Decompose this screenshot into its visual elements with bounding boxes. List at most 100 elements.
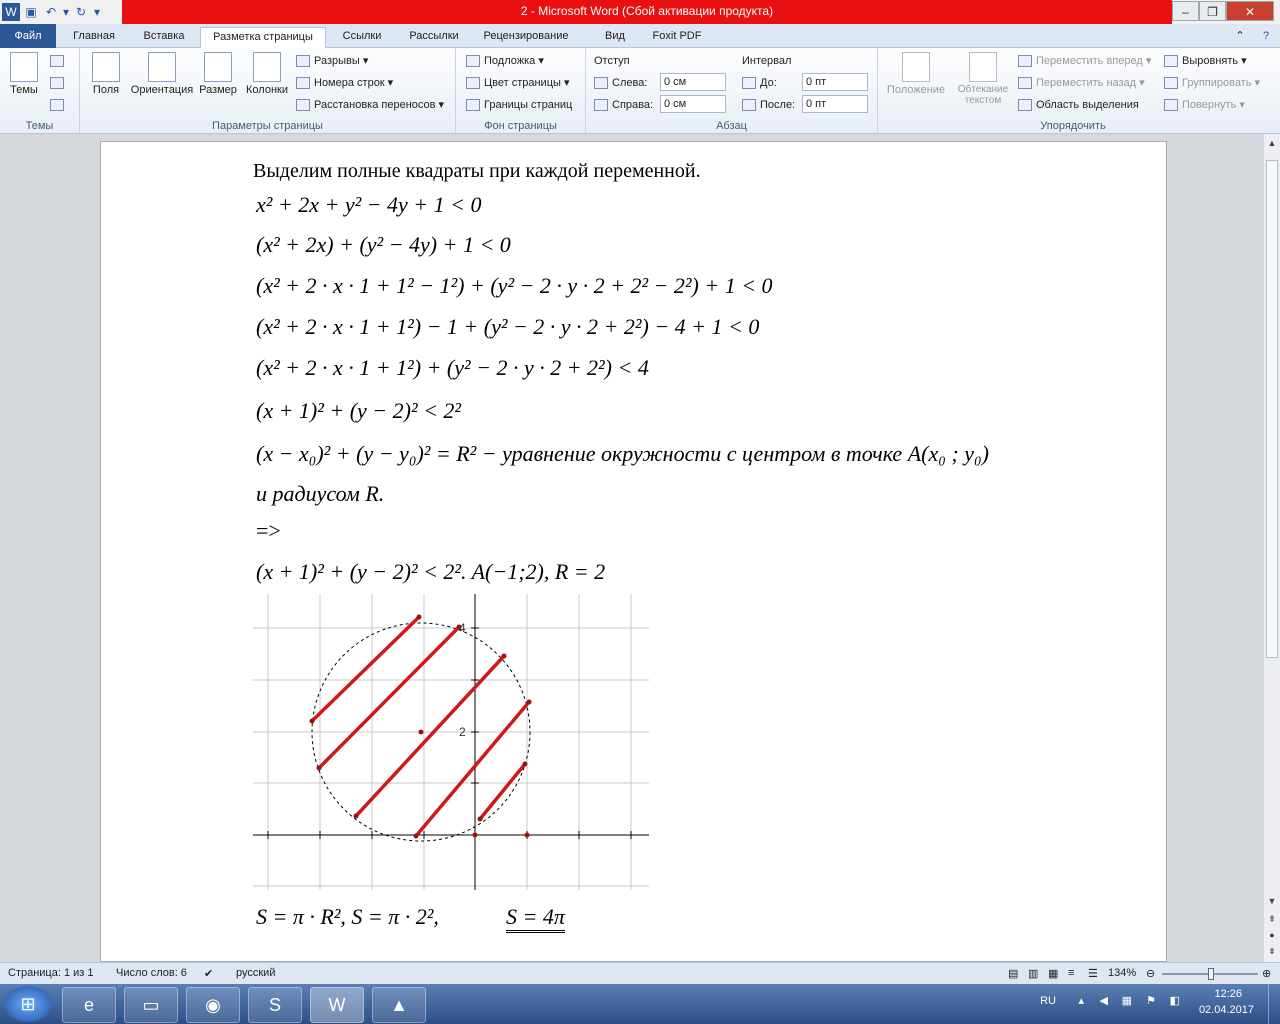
scroll-down-icon[interactable]: ▼ [1265, 894, 1279, 908]
print-layout-icon[interactable]: ▤ [1008, 967, 1018, 980]
word-taskbar-icon[interactable]: W [310, 987, 364, 1023]
proofing-icon[interactable]: ✔ [204, 967, 213, 980]
page-borders-icon [466, 99, 480, 112]
tray-expand-icon[interactable]: ▴ [1078, 994, 1084, 1007]
page-counter[interactable]: Страница: 1 из 1 [8, 967, 94, 979]
zoom-out-icon[interactable]: ⊖ [1146, 967, 1155, 980]
help-icon[interactable]: ? [1256, 27, 1276, 48]
minimize-button[interactable]: – [1172, 1, 1199, 21]
volume-icon[interactable]: ◀ [1100, 994, 1108, 1007]
full-screen-icon[interactable]: ▥ [1028, 967, 1038, 980]
language-indicator[interactable]: русский [236, 967, 275, 979]
indent-right-text: Справа: [612, 99, 654, 111]
columns-label: Колонки [246, 84, 288, 96]
next-page-icon[interactable]: ⇟ [1265, 944, 1279, 958]
spacing-before-input[interactable]: 0 пт [802, 73, 868, 91]
tab-review[interactable]: Рецензирование [476, 27, 576, 48]
tab-insert[interactable]: Вставка [132, 27, 196, 48]
bring-forward-icon [1018, 55, 1032, 68]
zoom-slider-thumb[interactable] [1208, 968, 1214, 980]
colors-icon[interactable] [50, 52, 68, 70]
selection-pane-icon [1018, 99, 1032, 112]
undo-icon[interactable]: ↶ [42, 3, 60, 21]
internet-explorer-icon[interactable]: e [62, 987, 116, 1023]
send-backward-button[interactable]: Переместить назад ▾ [1018, 74, 1145, 92]
size-button[interactable]: Размер [198, 52, 238, 96]
margins-button[interactable]: Поля [86, 52, 126, 96]
minimize-ribbon-icon[interactable]: ⌃ [1230, 27, 1250, 48]
skype-icon[interactable]: S [248, 987, 302, 1023]
math-line-2: (x² + 2x) + (y² − 4y) + 1 < 0 [256, 232, 511, 257]
indent-right-input[interactable]: 0 см [660, 95, 726, 113]
hyphenation-button[interactable]: Расстановка переносов ▾ [296, 96, 444, 114]
language-bar[interactable]: RU [1040, 995, 1056, 1007]
restore-button[interactable]: ❐ [1199, 1, 1226, 21]
page-setup-group-label: Параметры страницы [212, 120, 323, 132]
indent-left-text: Слева: [612, 77, 648, 89]
watermark-button[interactable]: Подложка ▾ [466, 52, 544, 70]
clock-date[interactable]: 02.04.2017 [1199, 1004, 1254, 1016]
start-button[interactable]: ⊞ [4, 986, 52, 1022]
tab-mailings[interactable]: Рассылки [400, 27, 468, 48]
word-app-icon[interactable]: W [2, 3, 20, 21]
wrap-text-button[interactable]: Обтекание текстом [950, 52, 1016, 106]
zoom-slider[interactable] [1162, 968, 1258, 980]
customize-qat-icon[interactable]: ▾ [92, 3, 102, 21]
themes-button[interactable]: Темы [4, 52, 44, 96]
bring-forward-button[interactable]: Переместить вперед ▾ [1018, 52, 1151, 70]
columns-icon [253, 52, 281, 82]
clock-time[interactable]: 12:26 [1214, 988, 1242, 1000]
scroll-up-icon[interactable]: ▲ [1265, 136, 1279, 150]
tab-foxit-pdf[interactable]: Foxit PDF [644, 27, 710, 48]
page-background-group: Подложка ▾ Цвет страницы ▾ Границы стран… [456, 48, 586, 134]
tab-references[interactable]: Ссылки [334, 27, 390, 48]
page-color-button[interactable]: Цвет страницы ▾ [466, 74, 569, 92]
show-desktop-button[interactable] [1268, 984, 1280, 1024]
ribbon: Темы Темы Поля Ориентация Размер Колонки… [0, 48, 1280, 134]
tab-view[interactable]: Вид [594, 27, 636, 48]
tab-file[interactable]: Файл [0, 24, 56, 48]
vertical-scrollbar[interactable]: ▲ ▼ ⇞ ● ⇟ [1263, 134, 1280, 962]
position-button[interactable]: Положение [884, 52, 948, 96]
word-count[interactable]: Число слов: 6 [116, 967, 187, 979]
tab-page-layout[interactable]: Разметка страницы [200, 27, 326, 49]
breaks-button[interactable]: Разрывы ▾ [296, 52, 368, 70]
spacing-after-input[interactable]: 0 пт [802, 95, 868, 113]
close-button[interactable]: ✕ [1226, 1, 1274, 21]
tab-home[interactable]: Главная [62, 27, 126, 48]
file-explorer-icon[interactable]: ▭ [124, 987, 178, 1023]
fonts-icon[interactable] [50, 74, 68, 92]
selection-pane-button[interactable]: Область выделения [1018, 96, 1139, 114]
page-borders-button[interactable]: Границы страниц [466, 96, 572, 114]
group-button[interactable]: Группировать ▾ [1164, 74, 1260, 92]
zoom-level[interactable]: 134% [1108, 967, 1136, 979]
effects-icon[interactable] [50, 96, 68, 114]
chrome-icon[interactable]: ◉ [186, 987, 240, 1023]
indent-left-input[interactable]: 0 см [660, 73, 726, 91]
themes-group-label: Темы [25, 120, 54, 132]
prev-page-icon[interactable]: ⇞ [1265, 912, 1279, 926]
page-background-group-label: Фон страницы [484, 120, 557, 132]
redo-icon[interactable]: ↻ [72, 3, 90, 21]
align-button[interactable]: Выровнять ▾ [1164, 52, 1247, 70]
save-icon[interactable]: ▣ [22, 3, 40, 21]
flag-icon[interactable]: ⚑ [1146, 994, 1156, 1007]
outline-icon[interactable]: ≡ [1068, 967, 1074, 979]
document-page[interactable]: Выделим полные квадраты при каждой перем… [100, 141, 1167, 962]
draft-icon[interactable]: ☰ [1088, 967, 1098, 980]
geogebra-icon[interactable]: ▲ [372, 987, 426, 1023]
rotate-button[interactable]: Повернуть ▾ [1164, 96, 1245, 114]
browse-object-icon[interactable]: ● [1265, 928, 1279, 942]
action-center-icon[interactable]: ◧ [1170, 994, 1180, 1007]
web-layout-icon[interactable]: ▦ [1048, 967, 1058, 980]
columns-button[interactable]: Колонки [242, 52, 292, 96]
undo-dropdown-icon[interactable]: ▾ [62, 3, 70, 21]
hatch-endpoints [309, 614, 532, 839]
watermark-label: Подложка [484, 55, 536, 67]
themes-group: Темы Темы [0, 48, 80, 134]
orientation-button[interactable]: Ориентация [128, 52, 196, 96]
network-icon[interactable]: ▦ [1122, 994, 1132, 1007]
zoom-in-icon[interactable]: ⊕ [1262, 967, 1271, 980]
scroll-thumb[interactable] [1266, 160, 1278, 658]
line-numbers-button[interactable]: Номера строк ▾ [296, 74, 393, 92]
